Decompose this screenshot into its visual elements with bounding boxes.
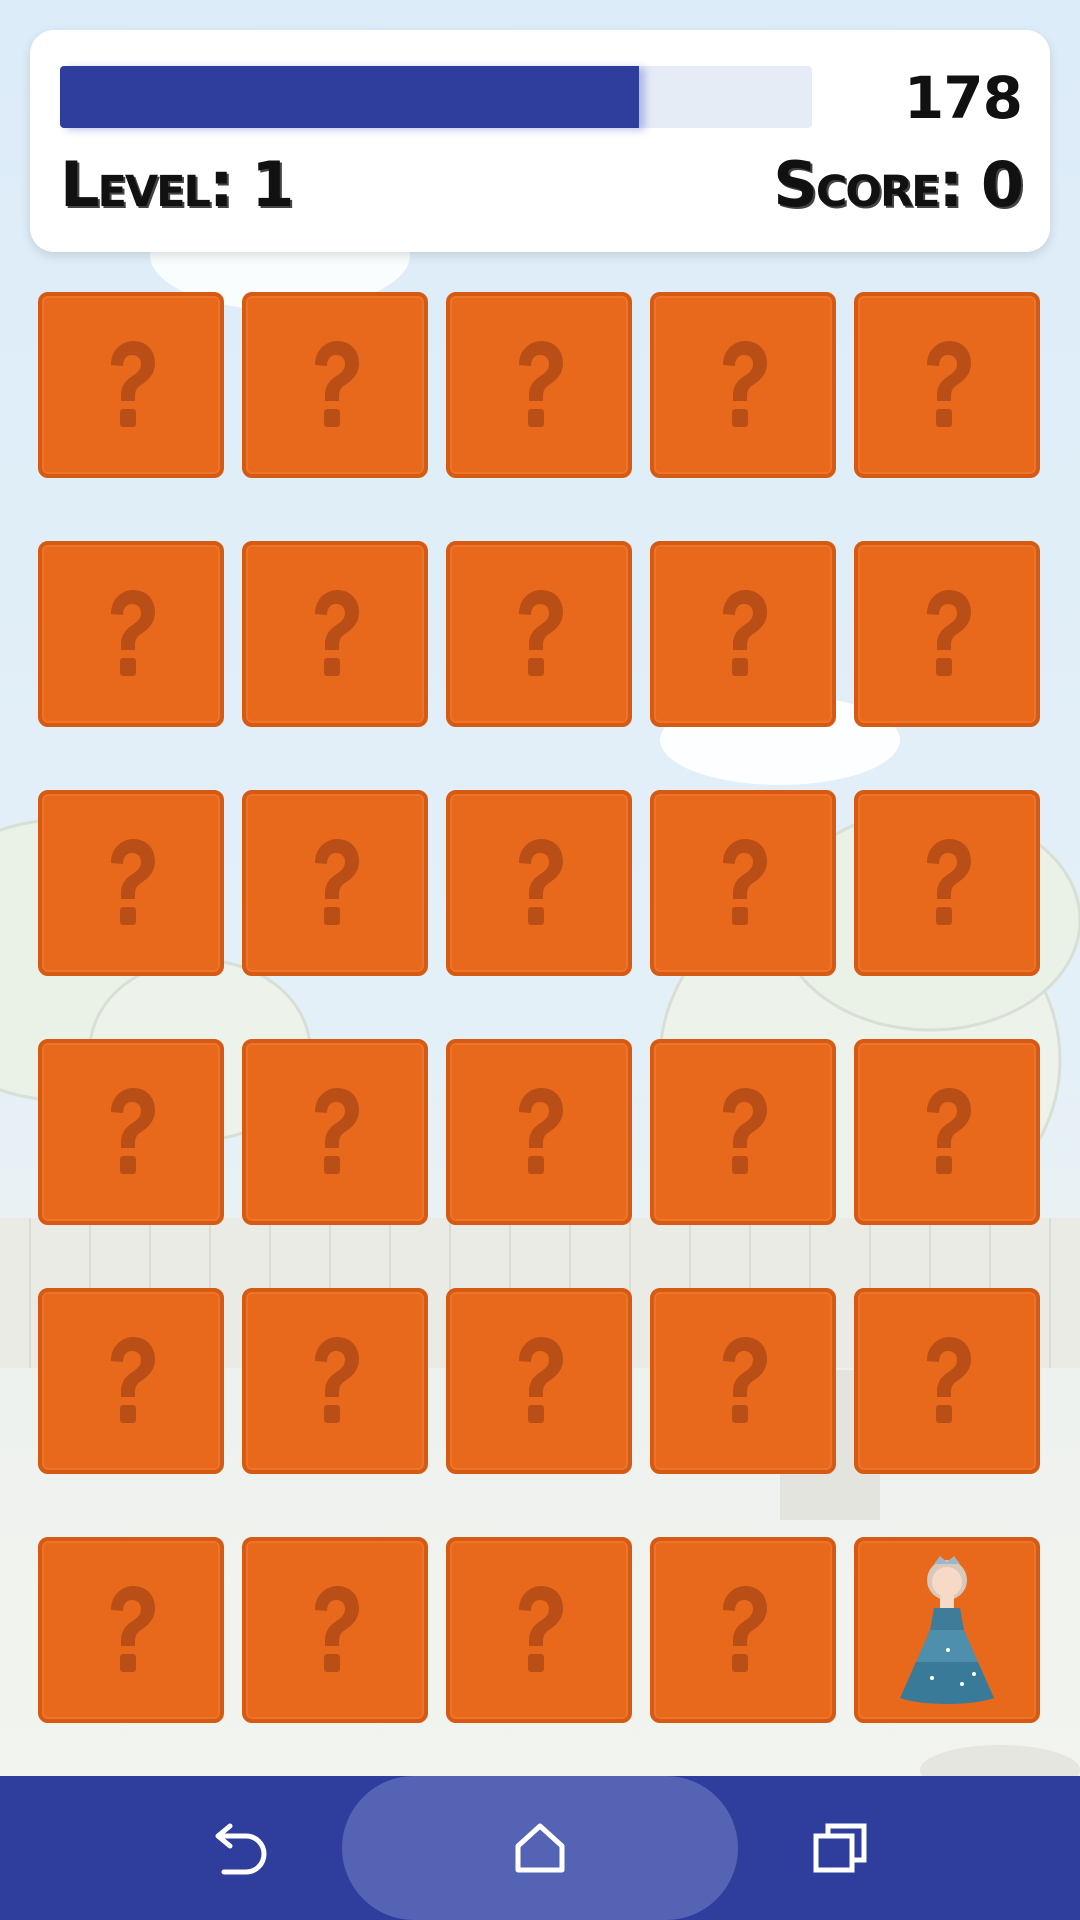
home-icon <box>515 1823 565 1873</box>
memory-card-hidden[interactable] <box>446 1537 632 1723</box>
memory-card-hidden[interactable] <box>446 1288 632 1474</box>
question-mark-icon <box>723 341 767 427</box>
recents-button[interactable] <box>780 1776 900 1920</box>
memory-card-hidden[interactable] <box>854 292 1040 478</box>
memory-card-hidden[interactable] <box>38 1288 224 1474</box>
question-mark-icon <box>315 839 359 925</box>
memory-card-hidden[interactable] <box>650 1537 836 1723</box>
memory-card-hidden[interactable] <box>854 1288 1040 1474</box>
memory-card-hidden[interactable] <box>854 1039 1040 1225</box>
question-mark-icon <box>111 1337 155 1423</box>
question-mark-icon <box>111 590 155 676</box>
question-mark-icon <box>111 1088 155 1174</box>
question-mark-icon <box>315 1586 359 1672</box>
question-mark-icon <box>927 590 971 676</box>
timer-bar <box>60 66 812 128</box>
question-mark-icon <box>519 590 563 676</box>
memory-card-hidden[interactable] <box>650 292 836 478</box>
memory-card-hidden[interactable] <box>650 1039 836 1225</box>
question-mark-icon <box>315 1088 359 1174</box>
memory-card-hidden[interactable] <box>38 1039 224 1225</box>
question-mark-icon <box>111 839 155 925</box>
memory-card-hidden[interactable] <box>854 790 1040 976</box>
memory-card-hidden[interactable] <box>242 541 428 727</box>
memory-card-hidden[interactable] <box>446 790 632 976</box>
memory-card-hidden[interactable] <box>38 1537 224 1723</box>
memory-card-hidden[interactable] <box>242 1039 428 1225</box>
memory-card-hidden[interactable] <box>446 541 632 727</box>
home-button[interactable] <box>480 1776 600 1920</box>
recents-icon <box>813 1823 867 1873</box>
question-mark-icon <box>723 1586 767 1672</box>
memory-card-hidden[interactable] <box>242 292 428 478</box>
question-mark-icon <box>927 341 971 427</box>
system-navigation-bar <box>0 1776 1080 1920</box>
question-mark-icon <box>723 1088 767 1174</box>
score-label: Score: 0 <box>773 148 1024 221</box>
memory-card-revealed[interactable] <box>854 1537 1040 1723</box>
memory-card-hidden[interactable] <box>650 1288 836 1474</box>
question-mark-icon <box>927 1088 971 1174</box>
memory-card-hidden[interactable] <box>242 1537 428 1723</box>
question-mark-icon <box>315 590 359 676</box>
memory-card-hidden[interactable] <box>650 790 836 976</box>
question-mark-icon <box>519 341 563 427</box>
question-mark-icon <box>519 839 563 925</box>
memory-card-hidden[interactable] <box>854 541 1040 727</box>
memory-card-hidden[interactable] <box>242 1288 428 1474</box>
memory-card-hidden[interactable] <box>446 1039 632 1225</box>
memory-card-hidden[interactable] <box>446 292 632 478</box>
question-mark-icon <box>723 839 767 925</box>
question-mark-icon <box>927 839 971 925</box>
memory-card-hidden[interactable] <box>38 541 224 727</box>
question-mark-icon <box>315 341 359 427</box>
level-label: Level: 1 <box>60 148 294 221</box>
question-mark-icon <box>519 1337 563 1423</box>
question-mark-icon <box>111 1586 155 1672</box>
question-mark-icon <box>519 1586 563 1672</box>
memory-card-hidden[interactable] <box>242 790 428 976</box>
hud-panel: 178 Level: 1 Score: 0 <box>30 30 1050 252</box>
princess-icon <box>900 1556 994 1704</box>
back-icon <box>215 1823 267 1875</box>
back-button[interactable] <box>180 1776 300 1920</box>
question-mark-icon <box>723 590 767 676</box>
question-mark-icon <box>111 341 155 427</box>
question-mark-icon <box>315 1337 359 1423</box>
memory-card-hidden[interactable] <box>38 790 224 976</box>
question-mark-icon <box>519 1088 563 1174</box>
timer-bar-fill <box>60 66 640 128</box>
question-mark-icon <box>927 1337 971 1423</box>
question-mark-icon <box>723 1337 767 1423</box>
timer-value: 178 <box>903 64 1023 132</box>
memory-card-hidden[interactable] <box>38 292 224 478</box>
card-grid <box>38 292 1042 1723</box>
memory-card-hidden[interactable] <box>650 541 836 727</box>
